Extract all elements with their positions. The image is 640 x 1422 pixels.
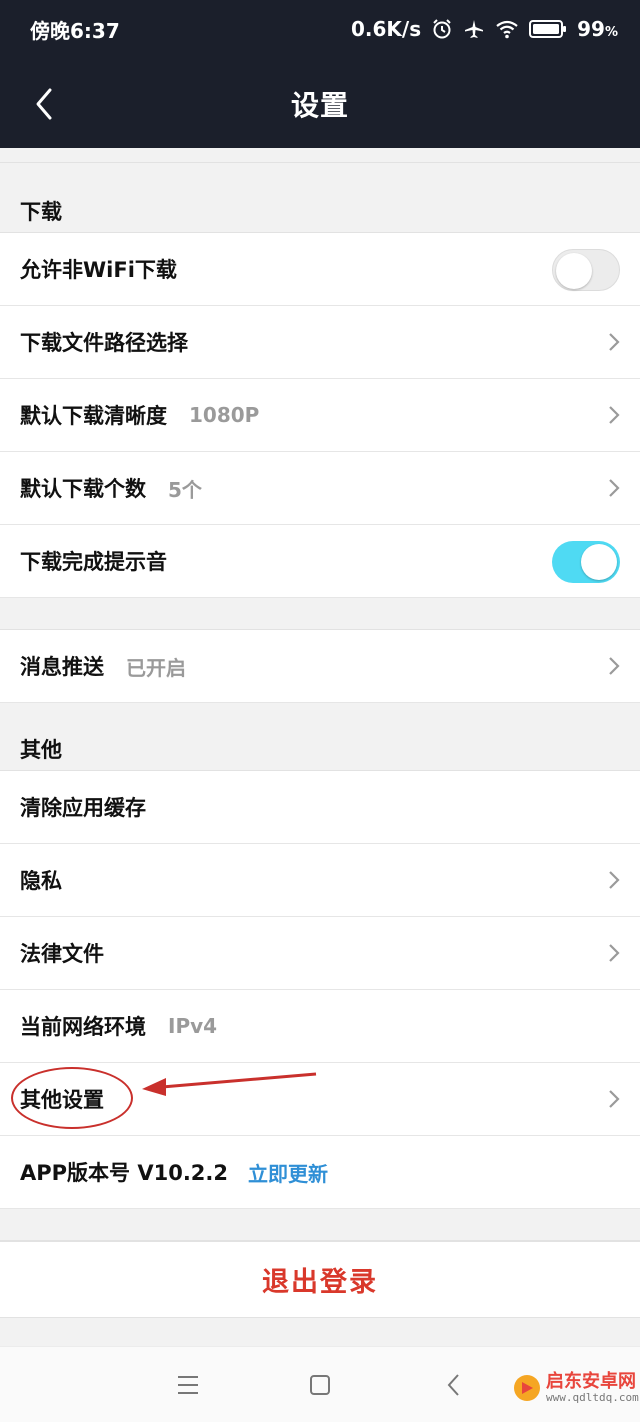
menu-icon[interactable] bbox=[173, 1371, 203, 1399]
status-indicators: 0.6K/s 99% bbox=[351, 17, 618, 41]
battery-icon bbox=[529, 20, 567, 38]
setting-label: 当前网络环境 bbox=[20, 1015, 146, 1039]
setting-label: 清除应用缓存 bbox=[20, 796, 146, 820]
annotation-arrow-icon bbox=[142, 1072, 317, 1096]
chevron-right-icon bbox=[609, 944, 620, 962]
chevron-right-icon bbox=[609, 657, 620, 675]
logout-label: 退出登录 bbox=[262, 1267, 378, 1298]
watermark-name: 启东安卓网 bbox=[546, 1371, 636, 1393]
chevron-right-icon bbox=[609, 871, 620, 889]
setting-legal-documents[interactable]: 法律文件 bbox=[0, 917, 640, 990]
setting-message-push[interactable]: 消息推送 已开启 bbox=[0, 630, 640, 703]
setting-download-quality[interactable]: 默认下载清晰度 1080P bbox=[0, 379, 640, 452]
toggle-knob bbox=[556, 253, 592, 289]
update-now-link[interactable]: 立即更新 bbox=[248, 1158, 328, 1187]
section-gap bbox=[0, 1209, 640, 1241]
alarm-icon bbox=[433, 19, 451, 39]
chevron-right-icon bbox=[609, 479, 620, 497]
setting-download-complete-sound[interactable]: 下载完成提示音 bbox=[0, 525, 640, 598]
top-gap bbox=[0, 148, 640, 163]
section-gap bbox=[0, 598, 640, 630]
setting-label: 隐私 bbox=[20, 869, 62, 893]
chevron-right-icon bbox=[609, 1090, 620, 1108]
status-time: 傍晚6:37 bbox=[30, 18, 120, 43]
setting-value: 5个 bbox=[168, 477, 202, 502]
setting-clear-cache[interactable]: 清除应用缓存 bbox=[0, 771, 640, 844]
page-title: 设置 bbox=[290, 89, 349, 122]
setting-privacy[interactable]: 隐私 bbox=[0, 844, 640, 917]
download-complete-sound-toggle[interactable] bbox=[552, 541, 620, 583]
toggle-knob bbox=[581, 544, 617, 580]
section-header-other: 其他 bbox=[0, 703, 640, 771]
logout-button[interactable]: 退出登录 bbox=[0, 1241, 640, 1318]
network-speed: 0.6K/s bbox=[350, 17, 422, 41]
setting-label: 默认下载个数 bbox=[20, 477, 146, 501]
setting-label: 默认下载清晰度 bbox=[20, 404, 167, 428]
setting-label: 允许非WiFi下载 bbox=[20, 258, 177, 282]
chevron-right-icon bbox=[609, 333, 620, 351]
section-title: 下载 bbox=[20, 200, 62, 224]
title-bar: 设置 bbox=[0, 58, 640, 148]
section-title: 其他 bbox=[20, 738, 62, 762]
setting-value: IPv4 bbox=[168, 1014, 218, 1038]
setting-value: 1080P bbox=[189, 403, 260, 427]
home-square-icon[interactable] bbox=[305, 1371, 335, 1399]
airplane-icon bbox=[465, 20, 484, 38]
setting-label: 下载文件路径选择 bbox=[20, 331, 188, 355]
chevron-right-icon bbox=[609, 406, 620, 424]
watermark: 启东安卓网 www.qdltdq.com bbox=[512, 1356, 640, 1420]
setting-value: 已开启 bbox=[126, 655, 186, 680]
setting-label: 消息推送 bbox=[20, 655, 104, 679]
setting-network-environment: 当前网络环境 IPv4 bbox=[0, 990, 640, 1063]
watermark-logo-icon bbox=[514, 1375, 540, 1401]
setting-download-count[interactable]: 默认下载个数 5个 bbox=[0, 452, 640, 525]
status-bar: 傍晚6:37 0.6K/s 99% bbox=[0, 0, 640, 58]
settings-list: 下载 允许非WiFi下载 下载文件路径选择 默认下载清晰度 1080P 默认下载… bbox=[0, 148, 640, 1318]
setting-app-version: APP版本号 V10.2.2 立即更新 bbox=[0, 1136, 640, 1209]
annotation-circle bbox=[11, 1067, 133, 1129]
back-triangle-icon[interactable] bbox=[440, 1371, 470, 1399]
setting-label: 下载完成提示音 bbox=[20, 550, 167, 574]
section-header-download: 下载 bbox=[0, 163, 640, 233]
watermark-url: www.qdltdq.com bbox=[546, 1390, 639, 1404]
app-version-label: APP版本号 V10.2.2 bbox=[20, 1161, 229, 1185]
setting-download-path[interactable]: 下载文件路径选择 bbox=[0, 306, 640, 379]
non-wifi-download-toggle[interactable] bbox=[552, 249, 620, 291]
setting-label: 法律文件 bbox=[20, 942, 104, 966]
wifi-icon bbox=[496, 20, 518, 39]
setting-allow-non-wifi-download[interactable]: 允许非WiFi下载 bbox=[0, 233, 640, 306]
battery-level: 99% bbox=[577, 17, 618, 41]
